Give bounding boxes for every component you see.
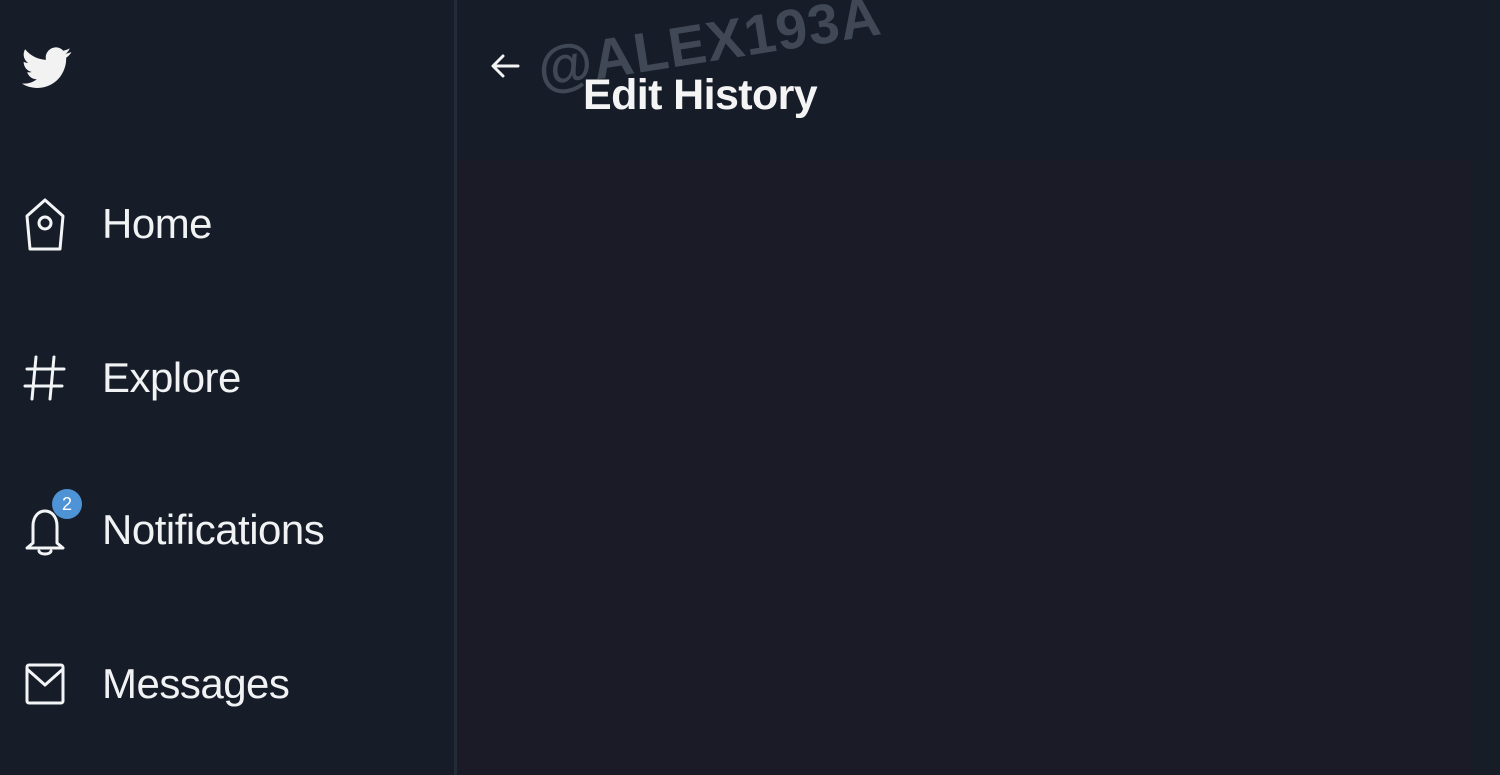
right-panel-edge: [1472, 160, 1500, 775]
notification-badge: 2: [52, 489, 82, 519]
sidebar-item-label: Notifications: [102, 506, 325, 553]
edit-history-content: [457, 160, 1500, 775]
main-panel: @ALEX193A Edit History: [457, 0, 1500, 775]
bell-icon: 2: [20, 489, 82, 557]
sidebar-navigation: Home Explore 2 Notifications Messages: [0, 0, 457, 775]
twitter-bird-icon: [22, 47, 72, 88]
hashtag-icon: [20, 351, 70, 405]
sidebar-item-label: Explore: [102, 354, 241, 401]
home-icon: [20, 197, 70, 251]
arrow-left-icon: [491, 54, 520, 78]
sidebar-item-messages[interactable]: Messages: [20, 652, 290, 716]
sidebar-item-label: Home: [102, 200, 213, 247]
twitter-logo[interactable]: [22, 36, 72, 100]
page-title: Edit History: [583, 70, 818, 119]
sidebar-item-explore[interactable]: Explore: [20, 346, 241, 410]
edit-history-header: @ALEX193A Edit History: [457, 0, 1500, 160]
sidebar-item-home[interactable]: Home: [20, 192, 213, 256]
sidebar-item-label: Messages: [102, 660, 290, 707]
back-button[interactable]: [481, 44, 529, 88]
envelope-icon: [20, 657, 70, 711]
sidebar-item-notifications[interactable]: 2 Notifications: [20, 489, 325, 562]
app-window: Home Explore 2 Notifications Messages @A…: [0, 0, 1500, 775]
